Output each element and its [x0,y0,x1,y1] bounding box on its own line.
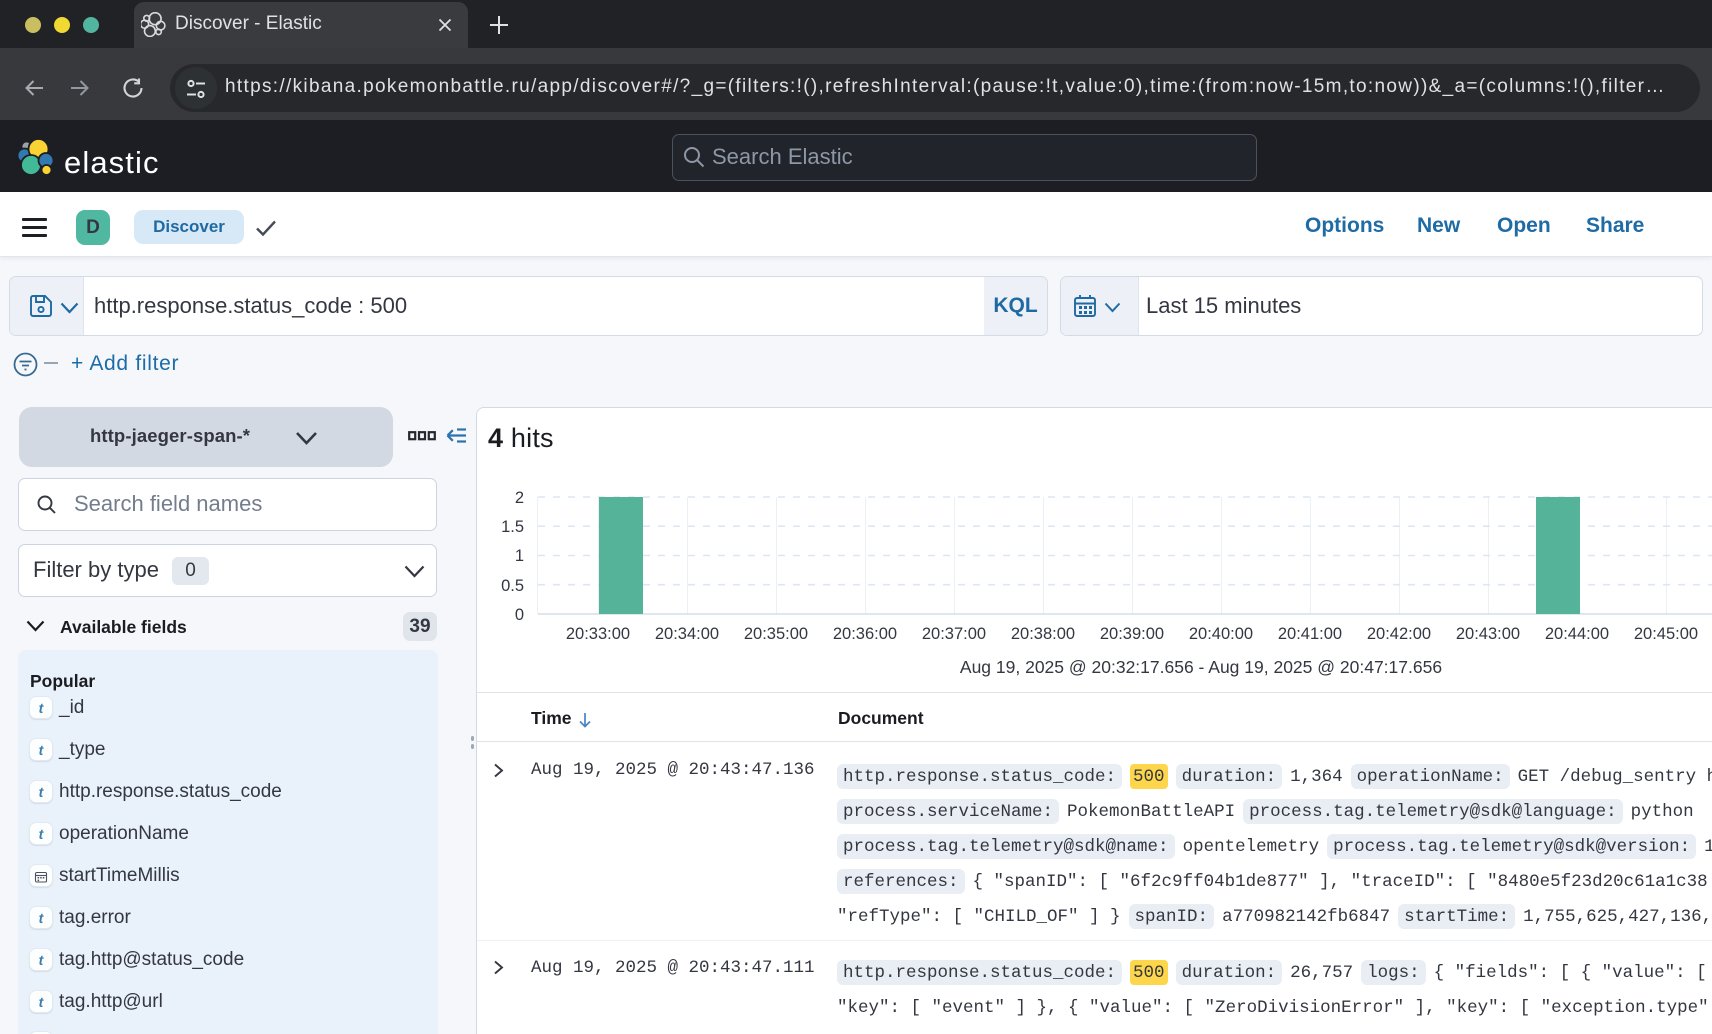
svg-text:0: 0 [515,606,524,624]
svg-text:20:35:00: 20:35:00 [744,625,808,643]
svg-text:20:42:00: 20:42:00 [1367,625,1431,643]
svg-text:20:45:00: 20:45:00 [1634,625,1698,643]
svg-text:20:44:00: 20:44:00 [1545,625,1609,643]
svg-text:20:34:00: 20:34:00 [655,625,719,643]
svg-text:20:37:00: 20:37:00 [922,625,986,643]
svg-text:20:43:00: 20:43:00 [1456,625,1520,643]
svg-text:20:39:00: 20:39:00 [1100,625,1164,643]
svg-text:20:33:00: 20:33:00 [566,625,630,643]
svg-text:0.5: 0.5 [501,577,524,595]
svg-text:20:38:00: 20:38:00 [1011,625,1075,643]
svg-text:Aug 19, 2025 @ 20:32:17.656 -: Aug 19, 2025 @ 20:32:17.656 - Aug 19, 20… [960,657,1442,677]
svg-text:20:41:00: 20:41:00 [1278,625,1342,643]
svg-text:1: 1 [515,547,524,565]
svg-text:2: 2 [515,489,524,507]
svg-text:1.5: 1.5 [501,518,524,536]
svg-text:20:36:00: 20:36:00 [833,625,897,643]
svg-text:20:40:00: 20:40:00 [1189,625,1253,643]
